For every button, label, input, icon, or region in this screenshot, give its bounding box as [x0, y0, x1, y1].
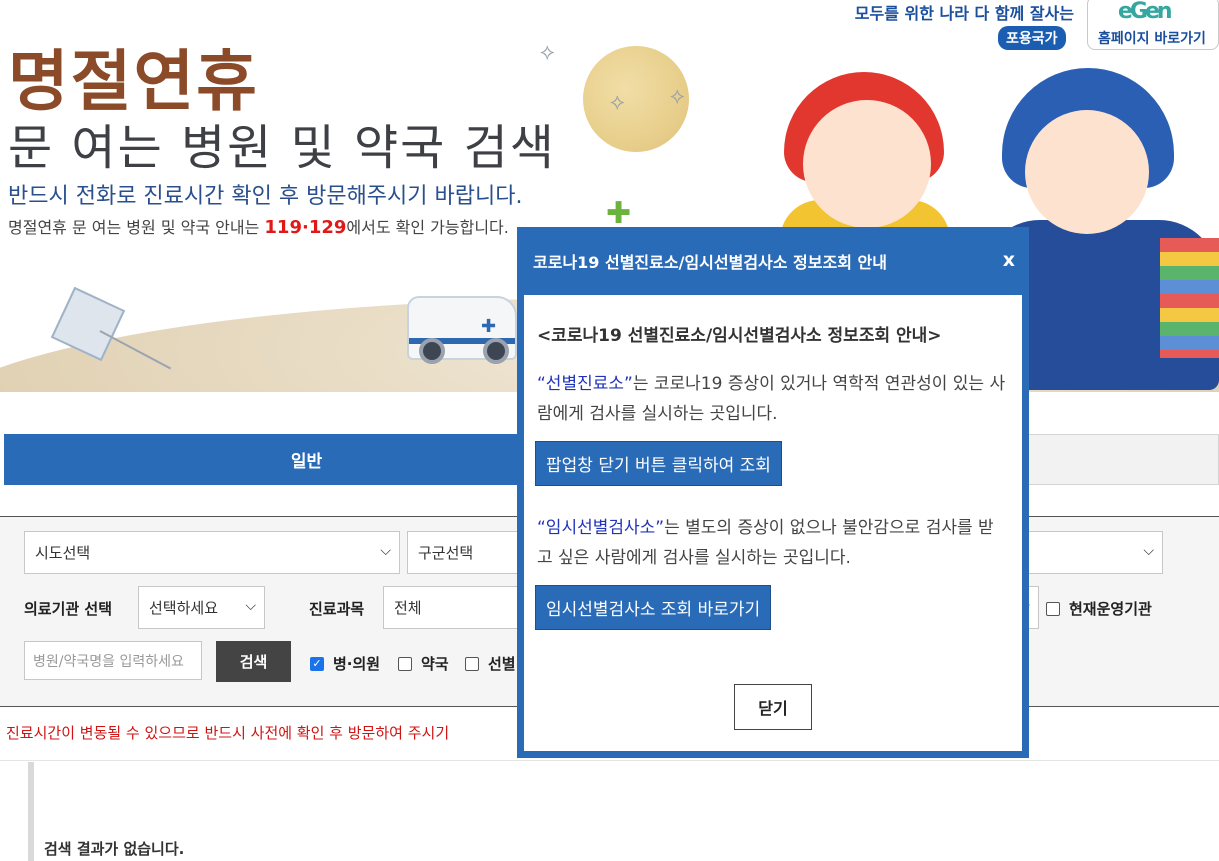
- temp-testing-term: “임시선별검사소”: [537, 518, 665, 538]
- department-label: 진료과목: [309, 600, 365, 618]
- banner-info: 명절연휴 문 여는 병원 및 약국 안내는 119·129에서도 확인 가능합니…: [8, 214, 509, 238]
- chevron-down-icon: ⌵: [245, 598, 256, 614]
- sido-select-value: 시도선택: [35, 544, 91, 562]
- checkbox-icon: [398, 656, 412, 671]
- screening-checkbox-label: 선별: [488, 655, 516, 673]
- pharmacy-checkbox[interactable]: 약국: [398, 653, 449, 674]
- wheel-icon: [419, 338, 445, 364]
- checkbox-icon: [1046, 601, 1060, 616]
- screening-clinic-term: “선별진료소”: [537, 374, 633, 394]
- institution-label: 의료기관 선택: [24, 600, 113, 618]
- homepage-link-button[interactable]: eGen 홈페이지 바로가기: [1087, 0, 1219, 50]
- sido-select[interactable]: 시도선택 ⌵: [24, 531, 400, 574]
- boy-face-illustration: [1025, 110, 1149, 234]
- boy-sleeve-illustration: [1160, 238, 1219, 358]
- banner-info-suffix: 에서도 확인 가능합니다.: [346, 218, 509, 237]
- modal-body: <코로나19 선별진료소/임시선별검사소 정보조회 안내> “선별진료소”는 코…: [524, 295, 1022, 751]
- result-side-bar: [28, 762, 34, 861]
- gugun-select-value: 구군선택: [418, 544, 474, 562]
- notice-text: 진료시간이 변동될 수 있으므로 반드시 사전에 확인 후 방문하여 주시기: [6, 724, 450, 742]
- slogan-text: 모두를 위한 나라 다 함께 잘사는: [854, 4, 1074, 23]
- operating-now-checkbox[interactable]: 현재운영기관: [1046, 598, 1152, 619]
- chevron-down-icon: ⌵: [380, 543, 391, 559]
- homepage-link-label: 홈페이지 바로가기: [1098, 31, 1206, 47]
- page: ⟡ ⟡ ⟡ 명절연휴 문 여는 병원 및 약국 검색 반드시 전화로 진료시간 …: [0, 0, 1219, 861]
- wheel-icon: [483, 338, 509, 364]
- temp-testing-lookup-button[interactable]: 임시선별검사소 조회 바로가기: [535, 585, 772, 630]
- institution-select-value: 선택하세요: [149, 599, 219, 617]
- ambulance-illustration: ✚: [407, 296, 517, 364]
- institution-select[interactable]: 선택하세요 ⌵: [138, 586, 265, 629]
- slogan-badge: 포용국가: [998, 26, 1066, 50]
- hospital-checkbox-label: 병·의원: [333, 655, 381, 673]
- banner-instruction: 반드시 전화로 진료시간 확인 후 방문해주시기 바랍니다.: [8, 184, 523, 209]
- banner-subtitle: 문 여는 병원 및 약국 검색: [8, 120, 556, 176]
- close-icon[interactable]: x: [1003, 251, 1015, 270]
- modal-title: 코로나19 선별진료소/임시선별검사소 정보조회 안내: [533, 253, 887, 272]
- screening-clinic-description: “선별진료소”는 코로나19 증상이 있거나 역학적 연관성이 있는 사람에게 …: [537, 369, 1007, 429]
- medical-cross-icon: ✚: [481, 316, 497, 337]
- screening-checkbox[interactable]: 선별: [465, 653, 516, 674]
- covid-info-modal: 코로나19 선별진료소/임시선별검사소 정보조회 안내 x <코로나19 선별진…: [517, 227, 1029, 758]
- emergency-numbers: 119·129: [264, 217, 347, 238]
- department-select-value: 전체: [394, 599, 422, 617]
- search-button[interactable]: 검색: [216, 641, 291, 682]
- girl-face-illustration: [803, 100, 931, 228]
- screening-clinic-lookup-button[interactable]: 팝업창 닫기 버튼 클릭하여 조회: [535, 441, 782, 486]
- modal-body-title: <코로나19 선별진료소/임시선별검사소 정보조회 안내>: [537, 326, 942, 346]
- green-cross-icon: ✚: [606, 196, 632, 231]
- checkbox-checked-icon: ✓: [310, 656, 324, 671]
- temp-testing-description: “임시선별검사소”는 별도의 증상이 없으나 불안감으로 검사를 받고 싶은 사…: [537, 513, 1007, 573]
- empty-result-message: 검색 결과가 없습니다.: [44, 840, 185, 858]
- pharmacy-checkbox-label: 약국: [421, 655, 449, 673]
- checkbox-icon: [465, 656, 479, 671]
- modal-close-button[interactable]: 닫기: [734, 684, 812, 730]
- name-search-input[interactable]: 병원/약국명을 입력하세요: [24, 641, 202, 680]
- operating-now-label: 현재운영기관: [1069, 600, 1152, 618]
- banner-info-prefix: 명절연휴 문 여는 병원 및 약국 안내는: [8, 218, 265, 237]
- crane-icon: ⟡: [670, 84, 685, 109]
- crane-icon: ⟡: [540, 40, 555, 65]
- crane-icon: ⟡: [610, 90, 625, 115]
- hospital-checkbox[interactable]: ✓ 병·의원: [310, 653, 380, 674]
- chevron-down-icon: ⌵: [1143, 543, 1154, 559]
- divider: [0, 760, 1219, 761]
- modal-header: 코로나19 선별진료소/임시선별검사소 정보조회 안내: [517, 227, 1029, 295]
- egen-logo-icon: eGen: [1118, 0, 1173, 24]
